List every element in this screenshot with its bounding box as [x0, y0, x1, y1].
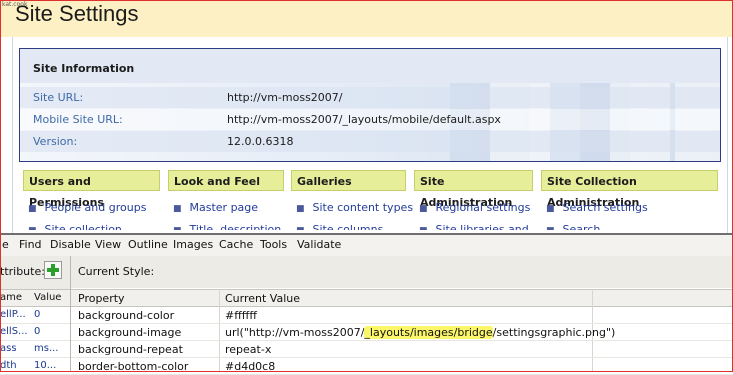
- style-value-prefix: url("http://vm-moss2007/: [225, 326, 365, 339]
- section-site-administration[interactable]: Site Administration: [414, 170, 533, 209]
- style-value: url("http://vm-moss2007/_layouts/images/…: [225, 326, 615, 339]
- page-title: Site Settings: [15, 1, 139, 26]
- style-value: repeat-x: [225, 343, 272, 356]
- attributes-toolbar: ttribute:: [0, 256, 70, 288]
- attribute-value: 0: [34, 326, 41, 337]
- menu-cache[interactable]: Cache: [219, 238, 253, 251]
- add-attribute-button[interactable]: [44, 261, 62, 279]
- style-grid-header: Property Current Value: [71, 289, 733, 307]
- current-style-label: Current Style:: [78, 265, 155, 278]
- version-value: 12.0.0.6318: [227, 135, 294, 148]
- menu-view[interactable]: View: [95, 238, 121, 251]
- info-row-bg: [20, 131, 720, 152]
- style-property: background-repeat: [78, 343, 183, 356]
- site-information-panel: Site Information Site URL: http://vm-mos…: [19, 48, 721, 162]
- link-people-and-groups[interactable]: ■ People and groups: [28, 201, 146, 214]
- devtools-menubar: e Find Disable View Outline Images Cache…: [0, 235, 733, 257]
- attribute-value: 0: [34, 309, 41, 320]
- mobile-site-url-label: Mobile Site URL:: [33, 113, 123, 126]
- style-value: #d4d0c8: [225, 360, 276, 373]
- table-row[interactable]: dth 10...: [0, 358, 70, 375]
- menu-file[interactable]: e: [2, 238, 9, 251]
- column-current-value[interactable]: Current Value: [225, 292, 300, 305]
- section-site-collection-administration[interactable]: Site Collection Administration: [541, 170, 718, 209]
- link-search-settings[interactable]: ■ Search settings: [546, 201, 648, 214]
- table-row[interactable]: border-bottom-color #d4d0c8: [71, 358, 733, 375]
- style-property: background-image: [78, 326, 182, 339]
- site-information-heading: Site Information: [33, 62, 135, 75]
- current-style-pane: Current Style: Property Current Value ba…: [71, 256, 733, 375]
- table-row[interactable]: background-image url("http://vm-moss2007…: [71, 324, 733, 341]
- column-value[interactable]: Value: [34, 292, 61, 303]
- column-name[interactable]: ame: [0, 292, 22, 303]
- table-row[interactable]: background-repeat repeat-x: [71, 341, 733, 358]
- style-value: #ffffff: [225, 309, 257, 322]
- attribute-value: 10...: [34, 360, 57, 371]
- menu-validate[interactable]: Validate: [297, 238, 341, 251]
- menu-images[interactable]: Images: [173, 238, 213, 251]
- attribute-name: ass: [0, 343, 17, 354]
- link-regional-settings[interactable]: ■ Regional settings: [419, 201, 530, 214]
- plus-icon: [47, 264, 59, 276]
- section-look-and-feel[interactable]: Look and Feel: [168, 170, 284, 191]
- current-style-toolbar: Current Style:: [71, 256, 733, 288]
- attribute-value: ms...: [34, 343, 59, 354]
- attribute-label: ttribute:: [0, 265, 45, 278]
- table-row[interactable]: ellP... 0: [0, 307, 70, 324]
- attribute-name: ellS...: [0, 326, 28, 337]
- info-row-bg: [20, 87, 720, 108]
- style-property: background-color: [78, 309, 175, 322]
- style-value-suffix: /settingsgraphic.png"): [492, 326, 616, 339]
- menu-outline[interactable]: Outline: [128, 238, 168, 251]
- menu-find[interactable]: Find: [19, 238, 42, 251]
- section-users-and-permissions[interactable]: Users and Permissions: [23, 170, 160, 209]
- site-url-value: http://vm-moss2007/: [227, 91, 343, 104]
- menu-disable[interactable]: Disable: [50, 238, 91, 251]
- link-master-page[interactable]: ■ Master page: [173, 201, 258, 214]
- section-galleries[interactable]: Galleries: [291, 170, 406, 191]
- link-site-content-types[interactable]: ■ Site content types: [296, 201, 413, 214]
- mobile-site-url-value: http://vm-moss2007/_layouts/mobile/defau…: [227, 113, 501, 126]
- attribute-name: ellP...: [0, 309, 26, 320]
- column-property[interactable]: Property: [78, 292, 125, 305]
- attributes-grid-header: ame Value: [0, 289, 70, 307]
- table-row[interactable]: background-color #ffffff: [71, 307, 733, 324]
- menu-tools[interactable]: Tools: [260, 238, 287, 251]
- attribute-name: dth: [0, 360, 17, 371]
- site-url-label: Site URL:: [33, 91, 84, 104]
- version-label: Version:: [33, 135, 78, 148]
- attributes-pane: ttribute: ame Value ellP... 0 ellS... 0 …: [0, 256, 71, 375]
- style-property: border-bottom-color: [78, 360, 189, 373]
- table-row[interactable]: ass ms...: [0, 341, 70, 358]
- site-settings-page: kat.cook Site Settings Site Information …: [1, 1, 732, 234]
- highlighted-path: _layouts/images/bridge: [364, 326, 493, 339]
- table-row[interactable]: ellS... 0: [0, 324, 70, 341]
